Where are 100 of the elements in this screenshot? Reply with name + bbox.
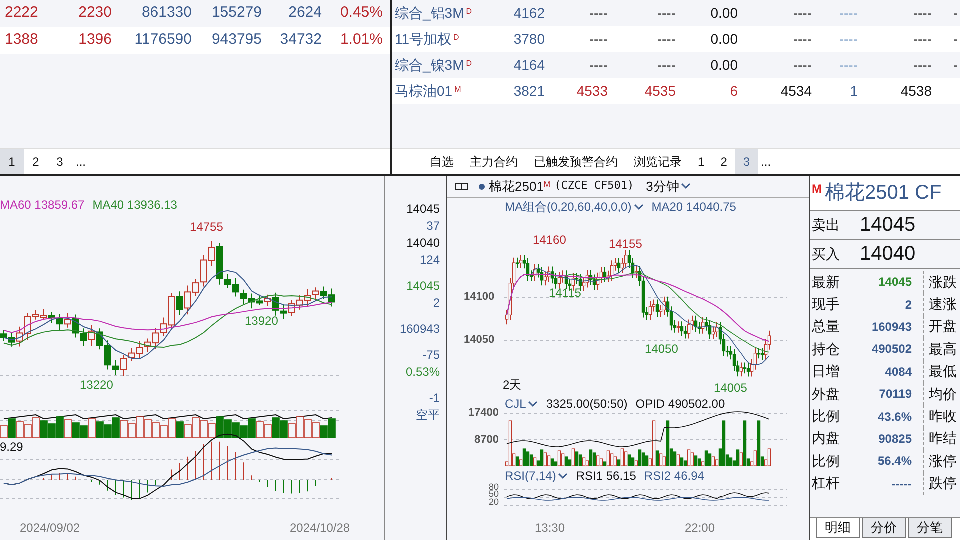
stat-value: 4084: [884, 364, 912, 381]
price-label: 14755: [190, 219, 224, 236]
stat-label: 开盘: [928, 317, 957, 336]
detail-tab[interactable]: 明细: [816, 518, 860, 538]
contract-name[interactable]: 马棕油01$^{M}$: [392, 80, 472, 102]
detail-tab[interactable]: 分价: [862, 518, 906, 538]
link-icon: [455, 182, 469, 190]
page-tab[interactable]: 2: [24, 149, 48, 174]
indicator-dropdown[interactable]: CJL: [505, 395, 538, 413]
list-tab[interactable]: 1: [690, 149, 713, 174]
stat-label: 日增: [811, 362, 841, 382]
stat-value: 90825: [878, 430, 912, 448]
table-cell-text: ----: [792, 56, 812, 74]
table-cell-text: ----: [588, 4, 608, 22]
contract-name[interactable]: 综合_铝3M$^{D}$: [392, 2, 472, 24]
stat-value: 56.4%: [876, 453, 912, 470]
chevron-down-icon: [558, 472, 568, 480]
table-cell-text: 0.00: [710, 30, 738, 48]
list-tab[interactable]: 已触发预警合约: [526, 149, 626, 174]
list-tab[interactable]: 3: [735, 149, 758, 174]
axis-label: 8700: [474, 433, 499, 448]
stat-value: 490502: [870, 341, 912, 358]
table-cell-text: 155279: [210, 3, 262, 24]
quote-label: 买入: [811, 244, 841, 264]
axis-readout: 0.53%: [406, 364, 440, 381]
stat-label: 内盘: [811, 429, 841, 448]
table-cell-text: 34732: [279, 30, 322, 50]
axis-readout: 14040: [406, 235, 440, 252]
stat-value: -----: [891, 476, 912, 493]
table-cell-text: ----: [838, 4, 858, 22]
exchange-code: (CZCE CF501): [554, 178, 634, 194]
table-cell-text: ----: [912, 56, 932, 74]
page-tab[interactable]: 3: [48, 149, 72, 174]
table-cell-text: ----: [792, 30, 812, 48]
detail-tab[interactable]: 分笔: [908, 518, 952, 538]
table-cell-text: ----: [912, 4, 932, 22]
dot-icon: [479, 184, 485, 190]
price-label: 14005: [714, 380, 748, 397]
more-pages-link[interactable]: ...: [758, 152, 774, 170]
table-cell-text: 4533: [576, 82, 608, 100]
table-cell-text: ----: [656, 30, 676, 48]
ma-readout: MA20 14040.75: [652, 199, 736, 216]
table-cell-text: 2222: [4, 3, 40, 24]
list-tab[interactable]: 主力合约: [462, 149, 526, 174]
quote-title: 棉花2501 CF: [825, 181, 942, 206]
time-label: 13:30: [535, 520, 566, 537]
table-cell-text: 2624: [288, 3, 322, 24]
axis-readout: 空平: [416, 407, 440, 424]
price-label: 14115: [549, 285, 582, 302]
axis-readout: -75: [422, 347, 440, 364]
list-tab[interactable]: 2: [712, 149, 736, 174]
contract-name[interactable]: 11号加权$^{D}$: [392, 28, 472, 50]
table-cell-text: ----: [838, 56, 858, 74]
volume-readout: 3325.00(50:50): [546, 396, 628, 413]
axis-readout: 2: [433, 295, 440, 312]
axis-label: 50: [488, 490, 499, 499]
axis-readout: 37: [426, 218, 440, 235]
table-cell-text: 1396: [78, 30, 112, 50]
ma-setting-dropdown[interactable]: MA组合(0,20,60,40,0,0): [505, 198, 644, 216]
stat-label: 最低: [928, 362, 957, 382]
range-label: 2天: [503, 377, 522, 394]
list-tab[interactable]: 浏览记录: [626, 149, 690, 174]
stat-label: 比例: [811, 407, 841, 426]
table-cell-text: ----: [588, 30, 608, 48]
stat-label: 现手: [811, 295, 841, 314]
more-pages-link[interactable]: ...: [72, 152, 90, 170]
table-cell-text: 943795: [210, 30, 262, 50]
table-cell-text: 1.01%: [339, 30, 383, 50]
axis-label: 80: [488, 483, 499, 492]
stat-value: 14045: [878, 274, 912, 292]
axis-readout: 14045: [406, 201, 440, 218]
chevron-down-icon: [528, 400, 538, 408]
axis-readout: 160943: [400, 321, 440, 338]
stat-label: 跌停: [928, 474, 957, 494]
ma-readout: MA60 13859.67: [0, 197, 85, 214]
table-cell-text: 1388: [4, 30, 40, 50]
stat-label: 比例: [811, 452, 841, 471]
price-label: 13920: [245, 313, 278, 330]
axis-label: 20: [488, 498, 499, 507]
price-label: 14155: [609, 236, 642, 253]
stat-value: 160943: [870, 318, 912, 336]
axis-label: 14100: [464, 290, 495, 305]
axis-readout: -1: [429, 390, 440, 407]
table-cell-text: ----: [588, 56, 608, 74]
table-cell-text: 2230: [78, 3, 112, 24]
time-label: 22:00: [685, 520, 716, 537]
table-cell-text: 3821: [512, 82, 545, 100]
symbol-title[interactable]: 棉花2501$^{M}$: [489, 176, 551, 196]
price-label: 14050: [645, 341, 678, 358]
page-tab[interactable]: 1: [0, 149, 24, 174]
table-cell-text: 1: [849, 82, 858, 100]
contract-name[interactable]: 综合_镍3M$^{D}$: [392, 54, 472, 76]
stat-label: 总量: [811, 317, 841, 336]
stat-value: 70119: [878, 386, 912, 404]
indicator-dropdown[interactable]: RSI(7,14): [505, 467, 568, 485]
quote-price: 14045: [860, 213, 916, 238]
table-cell-text: -: [952, 30, 958, 48]
price-label: 13220: [80, 377, 114, 394]
list-tab[interactable]: 自选: [422, 149, 462, 174]
period-dropdown[interactable]: 3分钟: [646, 176, 692, 196]
